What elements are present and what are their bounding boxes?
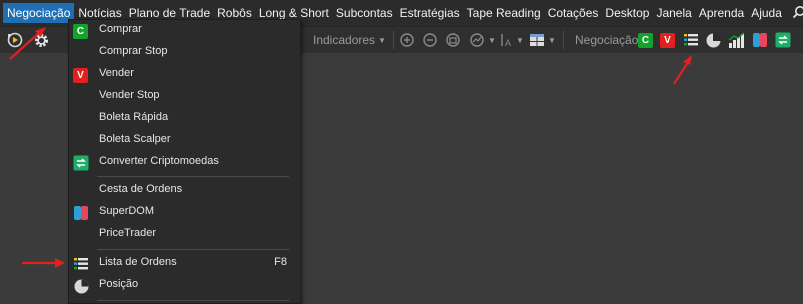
menu-separator (97, 249, 289, 250)
menu-desktop[interactable]: Desktop (602, 3, 652, 23)
order-list-icon (684, 34, 698, 46)
menu-option-label: Comprar Stop (99, 45, 168, 57)
menu-option-label: Posição (99, 278, 139, 290)
menu-option-label: Boleta Rápida (99, 111, 169, 123)
search-icon[interactable] (792, 5, 803, 22)
menu-option-cesta-de-ordens[interactable]: Cesta de Ordens (69, 180, 300, 202)
layout-grid-icon[interactable]: ▼ (529, 30, 556, 50)
chevron-down-icon: ▼ (378, 35, 386, 45)
menu-option-label: Cesta de Ordens (99, 183, 183, 195)
menu-option-label: Vender (99, 67, 134, 79)
shortcut-label: F8 (274, 256, 287, 268)
menu-separator (97, 300, 289, 301)
menu-option-label: PriceTrader (99, 227, 157, 239)
buy-icon-letter: C (73, 24, 88, 39)
zoom-in-icon[interactable] (399, 30, 415, 50)
negociacao-dropdown-menu: C Comprar Comprar Stop V Vender Vender S… (68, 19, 301, 304)
menu-janela[interactable]: Janela (653, 3, 694, 23)
indicators-dropdown[interactable]: Indicadores ▼ (313, 30, 386, 50)
menu-option-label: Comprar (99, 23, 142, 35)
menu-option-converter-criptomoedas[interactable]: Converter Criptomoedas (69, 152, 300, 174)
buy-icon: C (73, 23, 89, 39)
menu-estrategias[interactable]: Estratégias (397, 3, 463, 23)
annotation-arrow-icon (22, 258, 65, 268)
menu-option-label: SuperDOM (99, 205, 155, 217)
menu-option-vender[interactable]: V Vender (69, 64, 300, 86)
zoom-reset-icon[interactable] (445, 30, 461, 50)
menu-option-label: Boleta Scalper (99, 133, 171, 145)
negociacao-toolbar-label: Negociação (575, 33, 639, 47)
convert-crypto-icon (73, 155, 89, 171)
position-pie-icon (73, 278, 89, 294)
bar-signal-icon (728, 32, 745, 48)
position-pie-icon (706, 32, 722, 47)
toolbar-divider (393, 31, 394, 49)
menu-tape-reading[interactable]: Tape Reading (464, 3, 544, 23)
menu-option-posicao[interactable]: Posição (69, 275, 300, 297)
menu-option-boleta-rapida[interactable]: Boleta Rápida (69, 108, 300, 130)
annotation-arrow-icon (673, 55, 692, 85)
chevron-down-icon: ▼ (548, 35, 556, 45)
order-list-icon (73, 256, 89, 272)
position-button[interactable] (705, 30, 722, 50)
convert-crypto-icon (775, 32, 791, 48)
order-list-button[interactable] (683, 30, 699, 50)
annotation-arrow-icon (9, 27, 46, 60)
menu-option-lista-de-ordens[interactable]: Lista de Ordens F8 (69, 253, 300, 275)
buy-button[interactable]: C (638, 30, 653, 50)
sell-icon: V (73, 67, 89, 83)
menu-option-superdom[interactable]: SuperDOM (69, 202, 300, 224)
toolbar-divider (563, 31, 564, 49)
menu-separator (97, 176, 289, 177)
menu-option-label: Lista de Ordens (99, 256, 177, 268)
menu-option-comprar[interactable]: C Comprar (69, 20, 300, 42)
chevron-down-icon: ▼ (516, 35, 524, 45)
svg-text:A: A (505, 38, 511, 48)
text-tool-icon[interactable]: A ▼ (499, 30, 524, 50)
superdom-icon (753, 33, 767, 47)
menu-option-pricetrader[interactable]: PriceTrader (69, 224, 300, 246)
menu-option-boleta-scalper[interactable]: Boleta Scalper (69, 130, 300, 152)
sell-icon: V (660, 32, 675, 48)
menu-negociacao[interactable]: Negociação (3, 3, 75, 23)
menu-option-label: Converter Criptomoedas (99, 155, 219, 167)
convert-crypto-button[interactable] (775, 30, 791, 50)
menu-subcontas[interactable]: Subcontas (333, 3, 396, 23)
zoom-out-icon[interactable] (422, 30, 438, 50)
chevron-down-icon: ▼ (488, 35, 496, 45)
superdom-icon (73, 205, 89, 221)
menu-option-comprar-stop[interactable]: Comprar Stop (69, 42, 300, 64)
signal-chart-button[interactable] (728, 30, 745, 50)
buy-icon: C (638, 32, 653, 48)
chart-type-icon[interactable]: ▼ (469, 30, 496, 50)
menu-option-vender-stop[interactable]: Vender Stop (69, 86, 300, 108)
superdom-button[interactable] (752, 30, 768, 50)
sell-icon-letter: V (73, 68, 88, 83)
menu-ajuda[interactable]: Ajuda (748, 3, 785, 23)
menu-aprenda[interactable]: Aprenda (696, 3, 747, 23)
indicators-label: Indicadores (313, 33, 376, 47)
menu-cotacoes[interactable]: Cotações (545, 3, 602, 23)
sell-button[interactable]: V (660, 30, 675, 50)
menu-option-label: Vender Stop (99, 89, 160, 101)
